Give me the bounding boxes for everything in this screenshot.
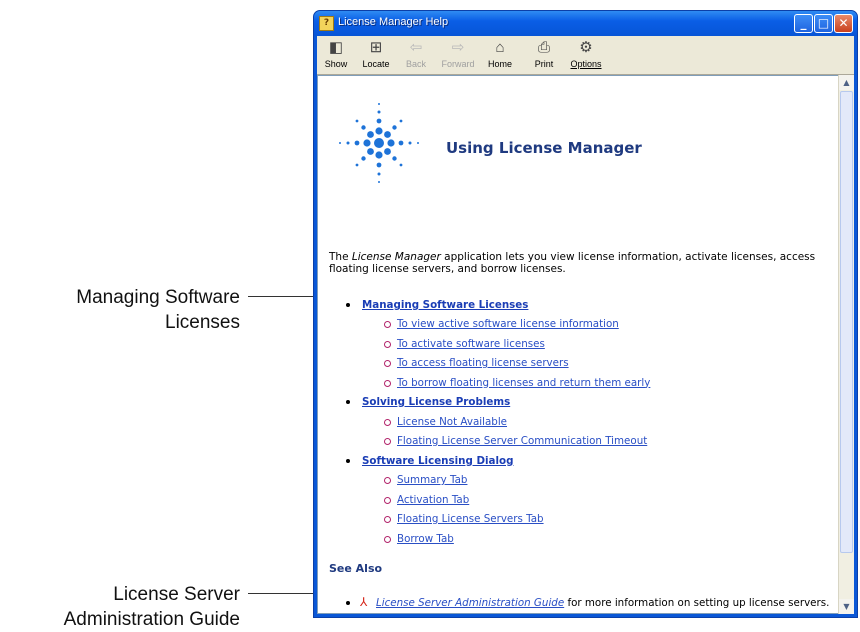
intro-text-start: The [329, 251, 352, 263]
close-button[interactable]: ✕ [834, 14, 853, 33]
circle-bullet-icon [384, 477, 391, 484]
circle-bullet-icon [384, 321, 391, 328]
help-book-icon: ? [319, 16, 334, 31]
callout-server-guide: License Server Administration Guide [40, 582, 240, 632]
page-title: Using License Manager [446, 139, 642, 157]
intro-paragraph: The License Manager application lets you… [329, 251, 829, 275]
printer-icon: ⎙ [537, 39, 550, 56]
show-pane-icon: ◧ [328, 39, 344, 56]
callout-text-line1: License Server [113, 584, 240, 605]
vertical-scrollbar[interactable]: ▲ ▼ [838, 75, 854, 614]
window-title: License Manager Help [338, 16, 449, 28]
callout-text-line1: Managing Software [76, 287, 240, 308]
link-floating-servers-tab[interactable]: Floating License Servers Tab [397, 513, 544, 525]
link-borrow-licenses[interactable]: To borrow floating licenses and return t… [397, 377, 650, 389]
link-activate-licenses[interactable]: To activate software licenses [397, 338, 545, 350]
options-label: Options [570, 59, 602, 69]
starburst-logo-icon [339, 103, 419, 183]
see-also-heading: See Also [329, 562, 383, 575]
circle-bullet-icon [384, 418, 391, 426]
circle-bullet-icon [384, 379, 391, 387]
forward-label: Forward [441, 59, 475, 69]
toolbar: ◧ Show ⊞ Locate ⇦ Back ⇨ Forward ⌂ Home … [317, 36, 854, 75]
help-content-pane[interactable]: Using License Manager The License Manage… [317, 75, 841, 614]
callout-text-line2: Administration Guide [63, 609, 240, 630]
reference-description: for more information on setting up licen… [564, 597, 830, 609]
print-label: Print [534, 59, 554, 69]
maximize-button[interactable]: □ [814, 14, 833, 33]
link-managing-software-licenses[interactable]: Managing Software Licenses [362, 299, 528, 311]
link-license-not-available[interactable]: License Not Available [397, 416, 507, 428]
home-button[interactable]: ⌂ Home [481, 38, 519, 69]
home-icon: ⌂ [495, 39, 505, 56]
options-button[interactable]: ⚙ Options [567, 38, 605, 69]
show-label: Show [324, 59, 348, 69]
locate-icon: ⊞ [369, 39, 383, 56]
circle-bullet-icon [384, 360, 391, 367]
minimize-button[interactable]: _ [794, 14, 813, 33]
help-window: ? License Manager Help _ □ ✕ ◧ Show ⊞ Lo… [313, 10, 858, 618]
back-arrow-icon: ⇦ [409, 39, 423, 56]
circle-bullet-icon [384, 496, 391, 504]
bullet-icon [346, 400, 350, 404]
circle-bullet-icon [384, 516, 391, 523]
link-license-server-admin-guide[interactable]: License Server Administration Guide [376, 597, 564, 609]
bullet-icon [346, 458, 350, 463]
link-borrow-tab[interactable]: Borrow Tab [397, 533, 454, 545]
link-software-licensing-dialog[interactable]: Software Licensing Dialog [362, 455, 513, 467]
bullet-icon [346, 601, 350, 605]
print-button[interactable]: ⎙ Print [525, 38, 563, 69]
link-summary-tab[interactable]: Summary Tab [397, 474, 467, 486]
back-label: Back [405, 59, 426, 69]
callout-managing-licenses: Managing Software Licenses [40, 285, 240, 335]
link-view-license-info[interactable]: To view active software license informat… [397, 318, 619, 330]
link-activation-tab[interactable]: Activation Tab [397, 494, 469, 506]
callout-text-line2: Licenses [165, 312, 240, 333]
link-server-timeout[interactable]: Floating License Server Communication Ti… [397, 435, 647, 447]
locate-button[interactable]: ⊞ Locate [357, 38, 395, 69]
circle-bullet-icon [384, 438, 391, 445]
scroll-up-button[interactable]: ▲ [839, 75, 854, 90]
link-access-floating-servers[interactable]: To access floating license servers [397, 357, 569, 369]
locate-label: Locate [362, 59, 390, 69]
scroll-thumb[interactable] [840, 91, 853, 553]
home-label: Home [487, 59, 512, 69]
circle-bullet-icon [384, 535, 391, 543]
title-bar[interactable]: ? License Manager Help _ □ ✕ [314, 11, 857, 36]
bullet-icon [346, 303, 350, 307]
forward-button[interactable]: ⇨ Forward [439, 38, 477, 69]
options-icon: ⚙ [579, 39, 593, 56]
intro-app-name: License Manager [351, 251, 441, 263]
circle-bullet-icon [384, 340, 391, 348]
forward-arrow-icon: ⇨ [451, 39, 465, 56]
pdf-icon: ⅄ [360, 595, 368, 609]
back-button[interactable]: ⇦ Back [397, 38, 435, 69]
link-solving-license-problems[interactable]: Solving License Problems [362, 396, 510, 408]
reference-text: License Server Administration Guide for … [376, 597, 829, 609]
show-button[interactable]: ◧ Show [317, 38, 355, 69]
scroll-down-button[interactable]: ▼ [839, 599, 854, 614]
